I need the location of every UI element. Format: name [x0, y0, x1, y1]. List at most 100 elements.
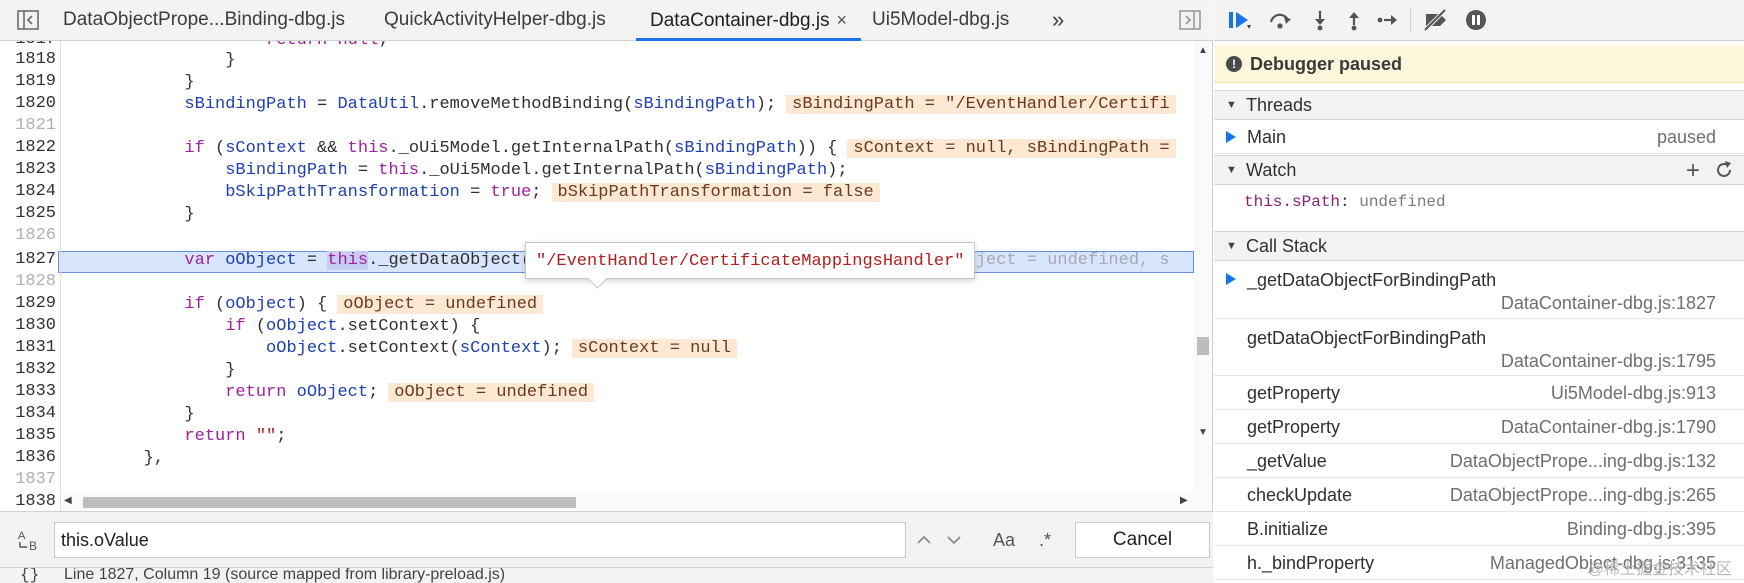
svg-text:B: B: [29, 539, 37, 552]
deactivate-breakpoints-icon[interactable]: [1422, 7, 1450, 33]
inline-value: oObject = undefined: [337, 295, 544, 314]
line-number[interactable]: 1817: [0, 41, 56, 49]
code-line: if (oObject.setContext) {: [225, 317, 481, 336]
cursor-position: Line 1827, Column 19 (source mapped from…: [64, 567, 506, 583]
collapse-triangle-icon: ▼: [1226, 164, 1237, 176]
refresh-watch-icon[interactable]: [1714, 160, 1734, 189]
scrollbar-thumb[interactable]: [1197, 337, 1209, 355]
match-case-button[interactable]: Aa: [986, 522, 1022, 558]
tab-ui5model[interactable]: Ui5Model-dbg.js: [872, 0, 1009, 40]
debugger-paused-banner: ! Debugger paused: [1214, 45, 1744, 83]
callstack-section-header[interactable]: ▼ Call Stack: [1214, 231, 1744, 261]
step-into-icon[interactable]: [1306, 7, 1334, 33]
pretty-print-icon[interactable]: {}: [20, 568, 39, 583]
code-line: oObject.setContext(sContext); sContext = …: [62, 338, 737, 360]
code-line: sBindingPath = this._oUi5Model.getIntern…: [225, 161, 848, 180]
watch-section-header[interactable]: ▼ Watch +: [1214, 155, 1744, 185]
call-frame[interactable]: getProperty Ui5Model-dbg.js:913: [1214, 376, 1744, 410]
scroll-down-icon[interactable]: ▼: [1198, 427, 1208, 438]
watch-expression[interactable]: this.sPath: undefined: [1214, 186, 1744, 230]
tab-datacontainer[interactable]: DataContainer-dbg.js ×: [636, 0, 862, 41]
line-number[interactable]: 1821: [0, 116, 56, 135]
code-line: }: [62, 51, 236, 70]
line-number[interactable]: 1823: [0, 160, 56, 179]
line-number[interactable]: 1820: [0, 94, 56, 113]
find-previous-icon[interactable]: [910, 522, 938, 558]
scroll-right-icon[interactable]: ▶: [1180, 495, 1188, 506]
current-frame-arrow-icon: [1226, 273, 1236, 285]
code-editor[interactable]: 1817 1818 1819 1820 1821 1822 1823 1824 …: [0, 41, 1213, 511]
more-tabs-icon[interactable]: »: [1052, 0, 1064, 40]
line-number[interactable]: 1826: [0, 226, 56, 245]
call-frame[interactable]: getDataObjectForBindingPath DataContaine…: [1214, 319, 1744, 376]
toolbar-divider: [1410, 8, 1411, 32]
search-input[interactable]: [54, 522, 906, 558]
code-line: }: [62, 361, 236, 380]
toggle-navigator-icon[interactable]: [16, 9, 40, 31]
close-tab-icon[interactable]: ×: [837, 10, 848, 30]
watermark: @稀土掘金技术社区: [1587, 561, 1732, 578]
line-number[interactable]: 1834: [0, 404, 56, 423]
scroll-left-icon[interactable]: ◀: [64, 495, 72, 506]
info-icon: !: [1226, 56, 1242, 72]
threads-section-header[interactable]: ▼ Threads: [1214, 90, 1744, 120]
line-number[interactable]: 1828: [0, 272, 56, 291]
line-number[interactable]: 1838: [0, 492, 56, 511]
step-over-icon[interactable]: [1266, 7, 1294, 33]
call-frame[interactable]: checkUpdate DataObjectPrope...ing-dbg.js…: [1214, 478, 1744, 512]
scroll-up-icon[interactable]: ▲: [1198, 45, 1208, 56]
call-frame[interactable]: getProperty DataContainer-dbg.js:1790: [1214, 410, 1744, 444]
inline-value: oObject = undefined: [388, 383, 595, 402]
regex-button[interactable]: .*: [1030, 522, 1060, 558]
vertical-scrollbar[interactable]: ▲ ▼: [1194, 41, 1212, 511]
toggle-debugger-icon[interactable]: [1178, 9, 1202, 31]
inline-value: sContext = null: [571, 339, 737, 358]
line-number[interactable]: 1831: [0, 338, 56, 357]
line-number[interactable]: 1832: [0, 360, 56, 379]
call-frame[interactable]: B.initialize Binding-dbg.js:395: [1214, 512, 1744, 546]
tab-dataobjectpropertybinding[interactable]: DataObjectPrope...Binding-dbg.js: [63, 0, 345, 40]
editor-tab-bar: DataObjectPrope...Binding-dbg.js QuickAc…: [0, 0, 1213, 41]
line-number[interactable]: 1825: [0, 204, 56, 223]
line-number[interactable]: 1836: [0, 448, 56, 467]
replace-toggle-icon[interactable]: AB: [14, 522, 44, 558]
code-line: if (oObject) {oObject = undefined: [62, 294, 544, 316]
thread-row[interactable]: Main paused: [1214, 121, 1744, 154]
code-line: }: [62, 73, 195, 92]
step-out-icon[interactable]: [1340, 7, 1368, 33]
line-number[interactable]: 1833: [0, 382, 56, 401]
code-line: if (sContext && this._oUi5Model.getInter…: [62, 138, 1176, 160]
line-number[interactable]: 1824: [0, 182, 56, 201]
pause-on-exceptions-icon[interactable]: [1462, 7, 1490, 33]
call-frame-current[interactable]: _getDataObjectForBindingPath DataContain…: [1214, 262, 1744, 319]
collapse-triangle-icon: ▼: [1226, 99, 1237, 111]
code-line: return "";: [184, 427, 287, 446]
code-line: }: [62, 405, 195, 424]
line-number[interactable]: 1822: [0, 138, 56, 157]
add-watch-icon[interactable]: +: [1686, 156, 1700, 185]
code-line: return oObject; oObject = undefined: [62, 382, 595, 404]
line-number[interactable]: 1829: [0, 294, 56, 313]
step-icon[interactable]: [1374, 7, 1402, 33]
line-number[interactable]: 1830: [0, 316, 56, 335]
code-line: },: [62, 449, 165, 468]
inline-value: sBindingPath = "/EventHandler/Certifi: [786, 95, 1176, 114]
svg-text:A: A: [18, 530, 26, 542]
call-frame[interactable]: _getValue DataObjectPrope...ing-dbg.js:1…: [1214, 444, 1744, 478]
line-number[interactable]: 1819: [0, 72, 56, 91]
line-number[interactable]: 1837: [0, 470, 56, 489]
line-number[interactable]: 1835: [0, 426, 56, 445]
code-line: bSkipPathTransformation = true; bSkipPath…: [62, 182, 880, 204]
resume-icon[interactable]: [1226, 7, 1254, 33]
horizontal-scrollbar[interactable]: ◀ ▶: [62, 494, 1194, 510]
current-thread-arrow-icon: [1226, 131, 1236, 143]
find-next-icon[interactable]: [940, 522, 968, 558]
line-number-current[interactable]: 1827: [0, 250, 56, 269]
tab-quickactivityhelper[interactable]: QuickActivityHelper-dbg.js: [384, 0, 606, 40]
source-pane: DataObjectPrope...Binding-dbg.js QuickAc…: [0, 0, 1213, 583]
scrollbar-thumb[interactable]: [83, 497, 576, 508]
inline-value: sContext = null, sBindingPath =: [847, 139, 1176, 158]
cancel-button[interactable]: Cancel: [1075, 522, 1210, 558]
line-number[interactable]: 1818: [0, 50, 56, 69]
status-bar: {} Line 1827, Column 19 (source mapped f…: [0, 567, 1213, 583]
